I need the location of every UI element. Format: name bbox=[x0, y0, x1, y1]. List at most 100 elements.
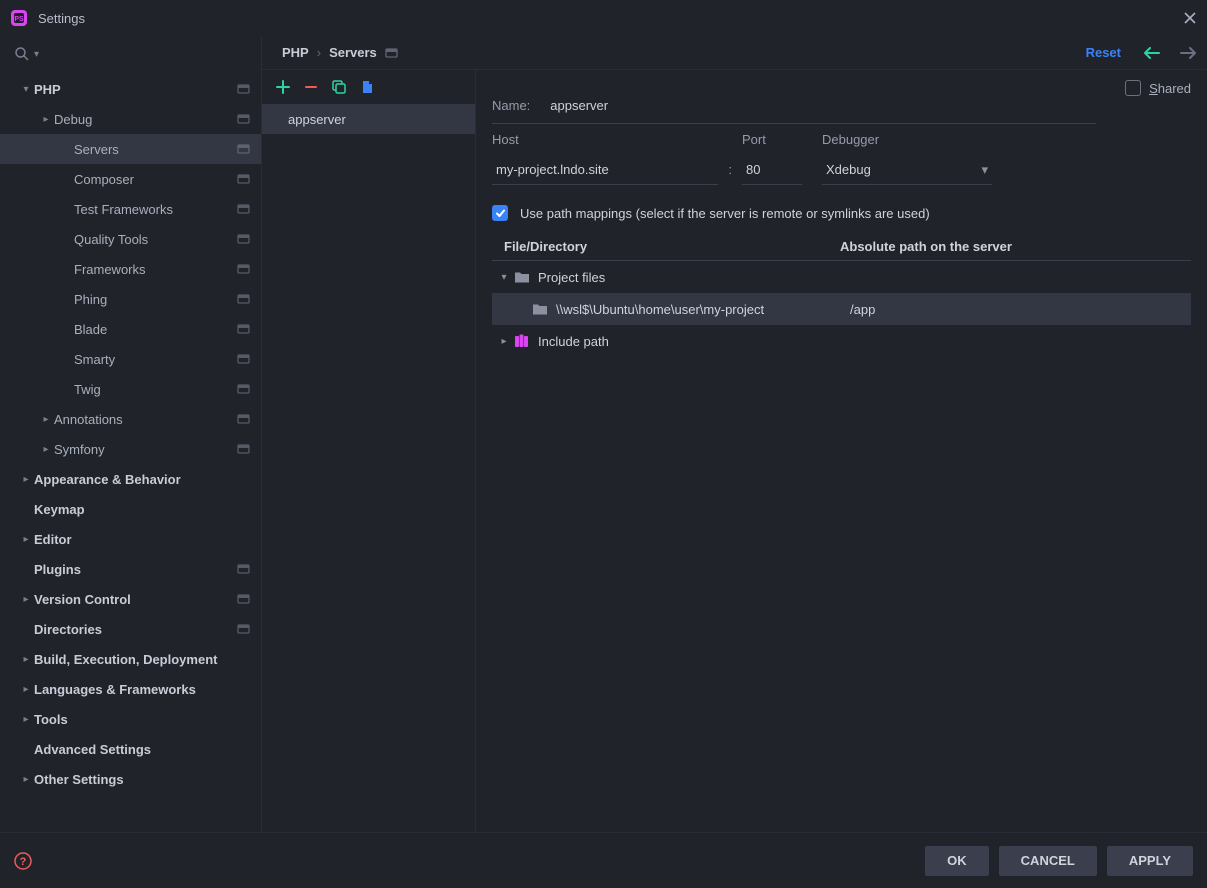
chevron-down-icon: ▾ bbox=[981, 162, 988, 178]
include-path-node[interactable]: ▸ Include path bbox=[492, 325, 1191, 357]
tree-item-label: Annotations bbox=[54, 412, 237, 427]
path-mapping-table-header: File/Directory Absolute path on the serv… bbox=[492, 239, 1191, 261]
tree-item-blade[interactable]: Blade bbox=[0, 314, 261, 344]
project-files-node[interactable]: ▾ Project files bbox=[492, 261, 1191, 293]
titlebar: PS Settings bbox=[0, 0, 1207, 36]
include-path-label: Include path bbox=[538, 334, 609, 349]
tree-item-composer[interactable]: Composer bbox=[0, 164, 261, 194]
tree-item-label: Advanced Settings bbox=[34, 742, 251, 757]
chevron-right-icon: ▸ bbox=[18, 714, 34, 725]
tree-item-label: Test Frameworks bbox=[74, 202, 237, 217]
sidebar: ▾ ▾PHP▸DebugServersComposerTest Framewor… bbox=[0, 36, 262, 832]
tree-item-twig[interactable]: Twig bbox=[0, 374, 261, 404]
shared-checkbox[interactable]: SSharedhared bbox=[1125, 80, 1191, 96]
project-level-icon bbox=[237, 322, 251, 336]
remove-icon[interactable] bbox=[304, 80, 318, 94]
tree-item-build-execution-deployment[interactable]: ▸Build, Execution, Deployment bbox=[0, 644, 261, 674]
project-level-icon bbox=[237, 262, 251, 276]
tree-item-advanced-settings[interactable]: Advanced Settings bbox=[0, 734, 261, 764]
tree-item-php[interactable]: ▾PHP bbox=[0, 74, 261, 104]
path-mapping-row[interactable]: \\wsl$\Ubuntu\home\user\my-project /app bbox=[492, 293, 1191, 325]
tree-item-keymap[interactable]: Keymap bbox=[0, 494, 261, 524]
tree-item-label: Tools bbox=[34, 712, 251, 727]
tree-item-quality-tools[interactable]: Quality Tools bbox=[0, 224, 261, 254]
import-icon[interactable] bbox=[360, 80, 374, 94]
path-mapping-checkbox[interactable]: Use path mappings (select if the server … bbox=[492, 205, 1191, 221]
chevron-right-icon: ▸ bbox=[18, 594, 34, 605]
debugger-select[interactable]: Xdebug ▾ bbox=[822, 155, 992, 185]
chevron-right-icon: ▸ bbox=[18, 534, 34, 545]
tree-item-label: Smarty bbox=[74, 352, 237, 367]
checkbox-icon bbox=[1125, 80, 1141, 96]
chevron-down-icon: ▾ bbox=[498, 272, 510, 283]
server-path[interactable]: /app bbox=[836, 302, 1191, 317]
tree-item-frameworks[interactable]: Frameworks bbox=[0, 254, 261, 284]
tree-item-servers[interactable]: Servers bbox=[0, 134, 261, 164]
tree-item-annotations[interactable]: ▸Annotations bbox=[0, 404, 261, 434]
tree-item-plugins[interactable]: Plugins bbox=[0, 554, 261, 584]
copy-icon[interactable] bbox=[332, 80, 346, 94]
tree-item-appearance-behavior[interactable]: ▸Appearance & Behavior bbox=[0, 464, 261, 494]
tree-item-version-control[interactable]: ▸Version Control bbox=[0, 584, 261, 614]
breadcrumb-php[interactable]: PHP bbox=[282, 45, 309, 60]
tree-item-label: Debug bbox=[54, 112, 237, 127]
chevron-right-icon: ▸ bbox=[498, 336, 510, 347]
checkbox-checked-icon bbox=[492, 205, 508, 221]
tree-item-smarty[interactable]: Smarty bbox=[0, 344, 261, 374]
tree-item-symfony[interactable]: ▸Symfony bbox=[0, 434, 261, 464]
cancel-button[interactable]: CANCEL bbox=[999, 846, 1097, 876]
close-icon[interactable] bbox=[1183, 11, 1197, 25]
server-details-panel: Name: appserver SSharedhared bbox=[476, 70, 1207, 832]
tree-item-label: Symfony bbox=[54, 442, 237, 457]
tree-item-editor[interactable]: ▸Editor bbox=[0, 524, 261, 554]
project-level-icon bbox=[237, 82, 251, 96]
chevron-right-icon: ▸ bbox=[18, 654, 34, 665]
port-label: Port bbox=[742, 132, 802, 147]
tree-item-label: Twig bbox=[74, 382, 237, 397]
breadcrumb-servers: Servers bbox=[329, 45, 377, 60]
ok-button[interactable]: OK bbox=[925, 846, 989, 876]
chevron-down-icon: ▾ bbox=[18, 84, 34, 95]
tree-item-label: Other Settings bbox=[34, 772, 251, 787]
chevron-right-icon: ▸ bbox=[18, 684, 34, 695]
tree-item-tools[interactable]: ▸Tools bbox=[0, 704, 261, 734]
server-item-appserver[interactable]: appserver bbox=[262, 104, 475, 134]
reset-link[interactable]: Reset bbox=[1086, 45, 1121, 60]
folder-icon bbox=[514, 270, 530, 284]
tree-item-other-settings[interactable]: ▸Other Settings bbox=[0, 764, 261, 794]
svg-text:PS: PS bbox=[14, 16, 24, 23]
server-item-label: appserver bbox=[288, 112, 346, 127]
tree-item-label: Servers bbox=[74, 142, 237, 157]
breadcrumb-separator: › bbox=[317, 45, 321, 60]
debugger-label: Debugger bbox=[822, 132, 992, 147]
server-list: appserver bbox=[262, 104, 475, 832]
tree-item-label: Version Control bbox=[34, 592, 237, 607]
nav-back-icon[interactable] bbox=[1143, 47, 1161, 59]
chevron-right-icon: ▸ bbox=[38, 444, 54, 455]
help-icon[interactable]: ? bbox=[14, 852, 32, 870]
host-input[interactable] bbox=[492, 155, 718, 185]
name-label: Name: bbox=[492, 98, 530, 113]
project-level-icon bbox=[237, 442, 251, 456]
name-value[interactable]: appserver bbox=[550, 98, 608, 113]
search-row[interactable]: ▾ bbox=[0, 36, 261, 72]
tree-item-label: Quality Tools bbox=[74, 232, 237, 247]
tree-item-label: Blade bbox=[74, 322, 237, 337]
settings-window: PS Settings ▾ ▾PHP▸DebugServersComposerT… bbox=[0, 0, 1207, 888]
nav-forward-icon[interactable] bbox=[1179, 47, 1197, 59]
tree-item-directories[interactable]: Directories bbox=[0, 614, 261, 644]
server-list-toolbar bbox=[262, 70, 475, 104]
tree-item-test-frameworks[interactable]: Test Frameworks bbox=[0, 194, 261, 224]
server-list-panel: appserver bbox=[262, 70, 476, 832]
name-row: Name: appserver bbox=[492, 88, 1096, 124]
host-label: Host bbox=[492, 132, 718, 147]
tree-item-debug[interactable]: ▸Debug bbox=[0, 104, 261, 134]
tree-item-label: PHP bbox=[34, 82, 237, 97]
port-input[interactable] bbox=[742, 155, 802, 185]
apply-button[interactable]: APPLY bbox=[1107, 846, 1193, 876]
library-icon bbox=[514, 334, 530, 348]
tree-item-languages-frameworks[interactable]: ▸Languages & Frameworks bbox=[0, 674, 261, 704]
app-icon: PS bbox=[10, 9, 28, 27]
tree-item-phing[interactable]: Phing bbox=[0, 284, 261, 314]
add-icon[interactable] bbox=[276, 80, 290, 94]
